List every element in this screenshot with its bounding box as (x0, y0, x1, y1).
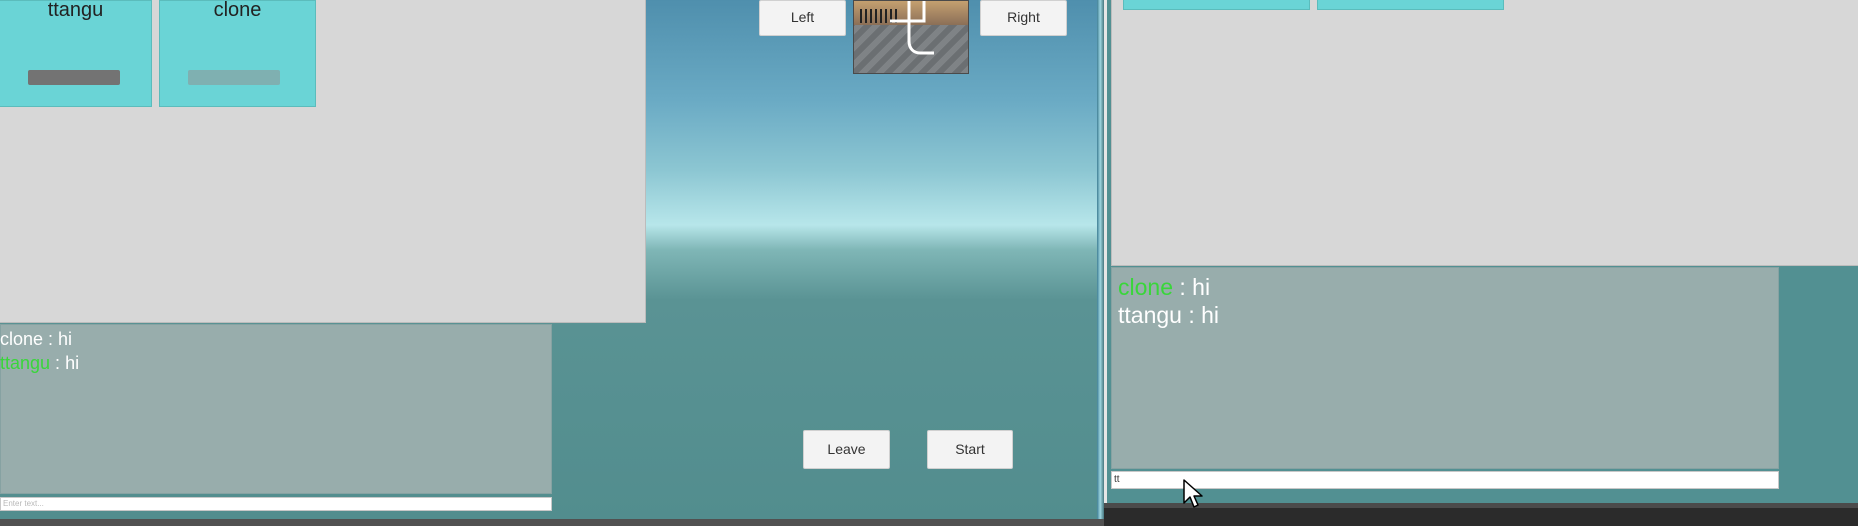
left-game-window: ttangu clone Left Right clone : hi ttang… (0, 0, 1104, 526)
window-edge (1104, 0, 1107, 526)
chat-message: ttangu : hi (0, 353, 79, 374)
chat-log: clone : hi ttangu : hi (0, 324, 552, 494)
chat-input[interactable]: tt (1111, 471, 1779, 489)
bottom-strip (0, 519, 1104, 526)
chat-input[interactable]: Enter text... (0, 497, 552, 511)
chat-text: hi (58, 329, 73, 349)
map-preview-image[interactable] (853, 0, 969, 74)
right-game-window: clone : hi ttangu : hi tt (1104, 0, 1858, 526)
player-name: clone (213, 0, 262, 21)
chat-separator: : (43, 329, 59, 349)
chat-log: clone : hi ttangu : hi (1111, 267, 1779, 469)
chat-text: hi (65, 353, 80, 373)
chat-separator: : (1181, 302, 1202, 328)
right-button[interactable]: Right (980, 0, 1067, 36)
chat-text: hi (1201, 302, 1220, 328)
bottom-bar (1104, 508, 1858, 526)
player-card[interactable] (1317, 0, 1504, 10)
chat-message: ttangu : hi (1118, 302, 1219, 329)
player-list-panel (1111, 0, 1858, 266)
chat-username: ttangu (0, 353, 51, 373)
preview-overlay-icon (890, 1, 934, 55)
chat-username: clone (1118, 274, 1173, 300)
player-card-clone[interactable]: clone (159, 0, 316, 107)
start-button[interactable]: Start (927, 430, 1013, 469)
chat-message: clone : hi (1118, 274, 1210, 301)
window-divider (1097, 0, 1104, 526)
left-button[interactable]: Left (759, 0, 846, 36)
player-name: ttangu (47, 0, 104, 21)
player-card-ttangu[interactable]: ttangu (0, 0, 152, 107)
leave-button[interactable]: Leave (803, 430, 890, 469)
chat-username: ttangu (1118, 302, 1182, 328)
player-card[interactable] (1123, 0, 1310, 10)
player-status-bar (188, 70, 280, 85)
chat-text: hi (1192, 274, 1211, 300)
player-status-bar (28, 70, 120, 85)
chat-username: clone (0, 329, 44, 349)
chat-separator: : (50, 353, 66, 373)
player-list-panel: ttangu clone (0, 0, 646, 323)
chat-message: clone : hi (0, 329, 72, 350)
chat-separator: : (1172, 274, 1193, 300)
mouse-cursor-icon (1183, 479, 1203, 508)
